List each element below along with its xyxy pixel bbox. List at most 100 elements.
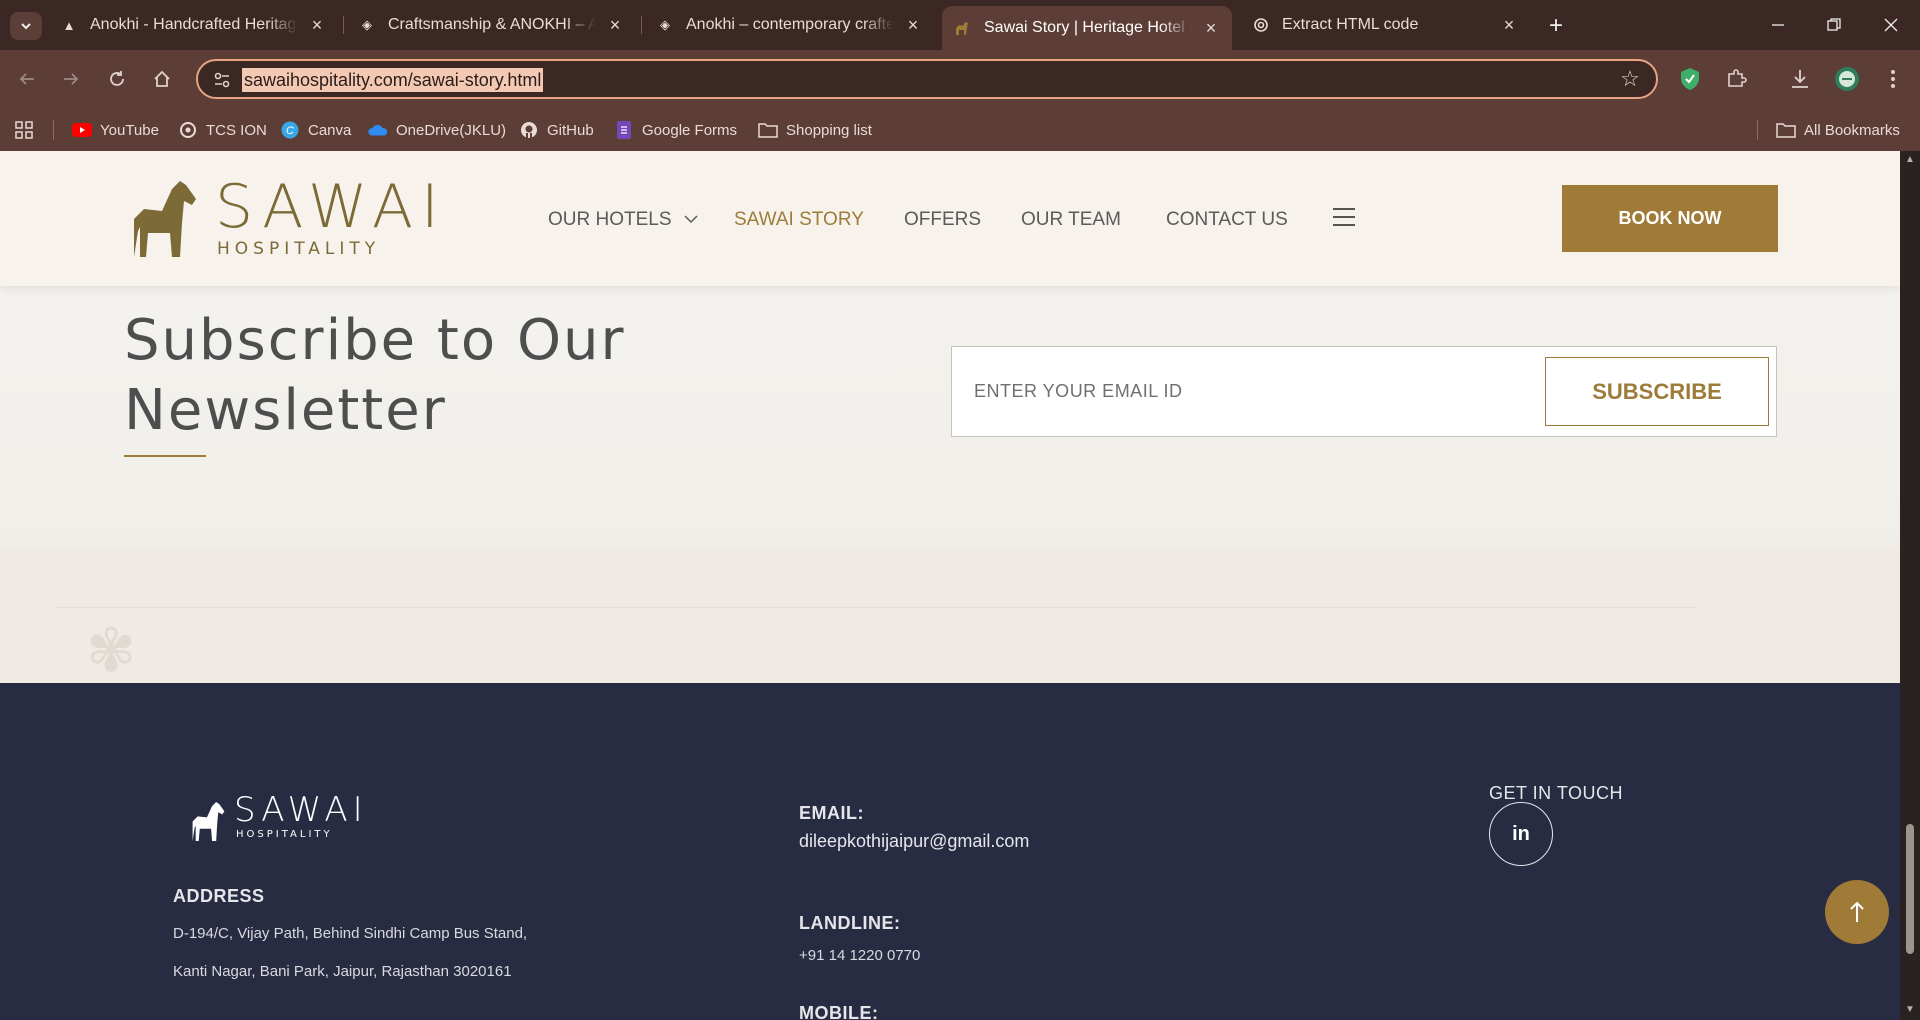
tab-title: Craftsmanship & ANOKHI – An [388,16,596,33]
bookmark-canva[interactable]: C Canva [280,118,351,142]
address-line: D-194/C, Vijay Path, Behind Sindhi Camp … [173,925,528,942]
horse-logo-icon[interactable] [190,801,228,841]
apps-grid-icon [14,120,34,140]
nav-sawai-story[interactable]: SAWAI STORY [734,209,864,231]
bookmark-google-forms[interactable]: Google Forms [614,118,737,142]
newsletter-title: Subscribe to Our Newsletter [124,306,724,446]
bookmarks-divider [53,120,54,140]
nav-offers[interactable]: OFFERS [904,209,981,231]
newsletter-form: ENTER YOUR EMAIL ID SUBSCRIBE [951,346,1777,437]
bookmarks-divider [1757,120,1758,140]
close-icon[interactable]: × [904,15,922,35]
close-icon[interactable]: × [308,15,326,35]
email-link[interactable]: dileepkothijaipur@gmail.com [799,831,1029,852]
nav-contact-us[interactable]: CONTACT US [1166,209,1288,231]
extensions-button[interactable] [1722,65,1750,93]
bookmark-label: Google Forms [642,121,738,139]
browser-tab-bar: ▲ Anokhi - Handcrafted Heritage, × ◈ Cra… [0,0,1920,50]
nav-our-hotels[interactable]: OUR HOTELS [548,209,699,231]
forward-button[interactable] [56,64,86,94]
bookmark-star-icon[interactable]: ☆ [1618,67,1642,91]
book-now-button[interactable]: BOOK NOW [1562,185,1778,252]
avatar [1835,67,1859,91]
tab-divider [343,16,344,34]
linkedin-button[interactable]: in [1489,802,1553,866]
tcs-icon [178,120,198,140]
minimize-button[interactable] [1758,10,1798,40]
newsletter-bottom-band: ✾ [0,546,1900,684]
tab-title: Extract HTML code [1282,16,1419,33]
title-underline [124,455,206,457]
bookmark-label: Shopping list [786,121,872,139]
all-bookmarks-button[interactable]: All Bookmarks [1776,118,1900,142]
bookmark-shopping-list[interactable]: Shopping list [758,118,872,142]
close-icon [1884,18,1898,32]
home-button[interactable] [147,64,177,94]
restore-button[interactable] [1814,10,1854,40]
bookmark-tcs-ion[interactable]: TCS ION [178,118,267,142]
get-in-touch-label: GET IN TOUCH [1489,783,1624,803]
new-tab-button[interactable]: + [1542,12,1570,40]
chevron-down-icon [21,23,31,30]
nav-our-team[interactable]: OUR TEAM [1021,209,1121,231]
floral-ornament-icon: ✾ [86,617,137,684]
tab-extract-html[interactable]: Extract HTML code × [1240,8,1530,42]
url-text[interactable]: sawaihospitality.com/sawai-story.html [242,68,544,92]
horse-logo-icon[interactable] [130,179,202,257]
elephant-icon: ◈ [362,17,372,32]
tab-craftsmanship[interactable]: ◈ Craftsmanship & ANOKHI – An × [346,8,636,42]
address-bar[interactable]: sawaihospitality.com/sawai-story.html ☆ [196,59,1658,99]
address-label: ADDRESS [173,886,265,906]
horse-icon [954,19,972,37]
page-scrollbar[interactable]: ▲ ▼ [1900,151,1920,1020]
linkedin-icon: in [1512,822,1530,845]
scroll-to-top-button[interactable] [1825,880,1889,944]
apps-button[interactable] [14,118,42,142]
close-icon[interactable]: × [1202,18,1220,38]
back-button[interactable] [12,64,42,94]
email-input[interactable]: ENTER YOUR EMAIL ID [974,381,1183,402]
chevron-down-icon [684,215,698,224]
tab-search-button[interactable] [10,12,42,40]
puzzle-icon [1728,69,1747,87]
close-window-button[interactable] [1871,10,1911,40]
subscribe-button[interactable]: SUBSCRIBE [1545,357,1769,426]
browser-toolbar: sawaihospitality.com/sawai-story.html ☆ [0,50,1920,108]
scroll-up-arrow-icon[interactable]: ▲ [1904,154,1916,166]
address-line: Kanti Nagar, Bani Park, Jaipur, Rajastha… [173,963,512,980]
logo-subtitle: HOSPITALITY [217,239,381,259]
tab-sawai-story[interactable]: Sawai Story | Heritage Hotel in I × [942,6,1232,50]
close-icon[interactable]: × [606,15,624,35]
site-settings-icon[interactable] [212,70,232,90]
shield-extension-button[interactable] [1676,65,1704,93]
page-viewport: SAWAI HOSPITALITY OUR HOTELS SAWAI STORY… [0,151,1900,1020]
email-label: EMAIL: [799,803,864,823]
folder-icon [758,120,778,140]
bookmark-youtube[interactable]: YouTube [72,118,159,142]
profile-button[interactable] [1833,65,1861,93]
footer-logo-wordmark[interactable]: SAWAI [234,793,368,827]
bookmark-label: YouTube [100,121,159,139]
browser-menu-button[interactable] [1879,65,1907,93]
downloads-button[interactable] [1786,65,1814,93]
elephant-icon: ◈ [660,17,670,32]
tab-anokhi-home[interactable]: ▲ Anokhi - Handcrafted Heritage, × [48,8,338,42]
bookmarks-bar: YouTube TCS ION C Canva OneDrive(JKLU) G… [0,108,1920,151]
reload-button[interactable] [102,64,132,94]
forms-icon [614,120,634,140]
bookmark-label: OneDrive(JKLU) [396,121,507,139]
tab-anokhi-contemporary[interactable]: ◈ Anokhi – contemporary crafted × [644,8,934,42]
hamburger-menu-icon[interactable] [1333,208,1355,226]
scroll-down-arrow-icon[interactable]: ▼ [1904,1004,1916,1016]
logo-wordmark[interactable]: SAWAI [215,177,447,237]
landline-label: LANDLINE: [799,913,901,933]
scrollbar-thumb[interactable] [1906,824,1914,954]
landline-number[interactable]: +91 14 1220 0770 [799,947,920,964]
bookmark-onedrive[interactable]: OneDrive(JKLU) [368,118,506,142]
close-icon[interactable]: × [1500,15,1518,35]
anokhi-a-icon: ▲ [62,17,76,33]
bookmark-label: GitHub [547,121,594,139]
tab-title: Anokhi - Handcrafted Heritage, [90,16,298,33]
reload-icon [110,71,124,86]
bookmark-github[interactable]: GitHub [519,118,594,142]
